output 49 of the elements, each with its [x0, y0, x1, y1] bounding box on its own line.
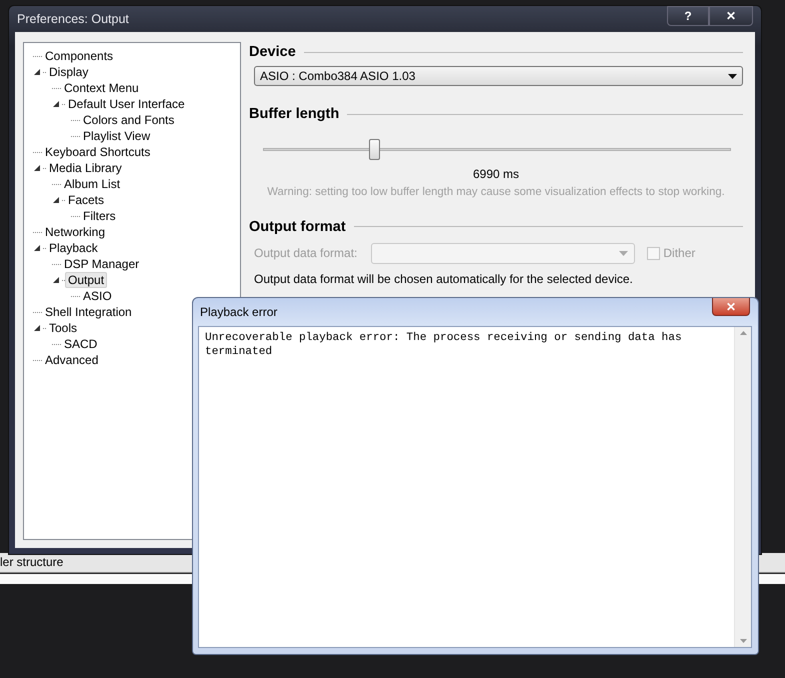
tree-item[interactable]: Networking	[42, 224, 108, 240]
tree-item[interactable]: Context Menu	[61, 80, 142, 96]
warning-text: Warning: setting too low buffer length may cause some visualization effects to stop working.	[266, 185, 726, 200]
tree-item[interactable]: Components	[42, 48, 116, 64]
tree-item[interactable]: Playlist View	[80, 128, 154, 144]
expander-icon[interactable]	[32, 67, 42, 77]
tree-item[interactable]: Tools	[46, 320, 80, 336]
buffer-reading: 6990 ms	[472, 167, 520, 181]
tree-item[interactable]: Default User Interface	[65, 96, 188, 112]
tree-item[interactable]: Shell Integration	[42, 304, 135, 320]
format-label: Output data format:	[254, 245, 358, 262]
tree-item[interactable]: Keyboard Shortcuts	[42, 144, 154, 160]
section-heading: Device	[249, 43, 296, 62]
tree-item[interactable]: Media Library	[46, 160, 125, 176]
section-heading: Buffer length	[249, 105, 340, 124]
expander-icon[interactable]	[32, 163, 42, 173]
tree-item[interactable]: Playback	[46, 240, 101, 256]
tree-item[interactable]: Output	[65, 272, 108, 288]
note-text: Output data format will be chosen automatically for the selected device.	[254, 270, 634, 288]
device-dropdown[interactable]: ASIO : Combo384 ASIO 1.03	[254, 66, 743, 86]
dialog-title: Playback error	[200, 304, 278, 321]
dither-label: Dither	[663, 245, 696, 262]
expander-icon[interactable]	[51, 195, 61, 205]
window-title: Preferences: Output	[17, 10, 129, 28]
tree-item[interactable]: Facets	[65, 192, 108, 208]
down-arrow-icon	[740, 639, 746, 643]
tree-item[interactable]: Colors and Fonts	[80, 112, 178, 128]
caret-icon	[619, 250, 628, 256]
expander-icon[interactable]	[32, 243, 42, 253]
tree-item[interactable]: SACD	[61, 336, 100, 352]
tree-item[interactable]: Advanced	[42, 352, 102, 368]
expander-icon[interactable]	[51, 99, 61, 109]
expander-icon[interactable]	[32, 323, 42, 333]
slider-thumb[interactable]	[369, 139, 380, 160]
tree-item[interactable]: Display	[46, 64, 92, 80]
expander-icon[interactable]	[51, 275, 61, 285]
caret-icon	[728, 74, 737, 78]
close-button[interactable]: ✕	[709, 6, 753, 26]
tree-item[interactable]: Album List	[61, 176, 124, 192]
section-heading: Output format	[249, 218, 346, 237]
status-text: ler structure	[0, 555, 64, 569]
tree-item[interactable]: Filters	[80, 208, 119, 224]
tree-item[interactable]: ASIO	[80, 288, 115, 304]
error-message: Unrecoverable playback error: The process receiving or sending data has terminated	[204, 330, 683, 360]
help-button[interactable]: ?	[667, 6, 709, 26]
tree-item[interactable]: DSP Manager	[61, 256, 142, 272]
up-arrow-icon	[740, 331, 746, 335]
scrollbar[interactable]	[734, 327, 751, 647]
message-area[interactable]: Unrecoverable playback error: The process receiving or sending data has terminated	[198, 326, 752, 648]
